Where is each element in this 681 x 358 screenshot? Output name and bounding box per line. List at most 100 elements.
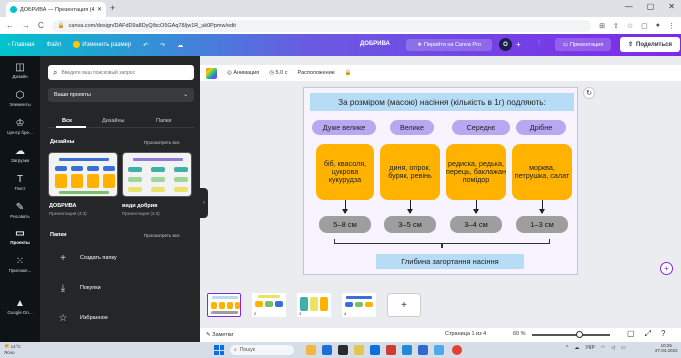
depth-pill[interactable]: 3–5 см: [384, 216, 436, 233]
maximize-icon[interactable]: ▢: [647, 2, 655, 11]
page-thumbnail-3[interactable]: 3: [297, 293, 331, 317]
document-title[interactable]: ДОБРИВА: [360, 41, 390, 47]
rail-item-text[interactable]: T Текст: [0, 174, 40, 191]
word-app-icon[interactable]: [370, 345, 380, 355]
clock[interactable]: 10:25 27.04.2023: [655, 343, 678, 353]
refresh-icon[interactable]: ↻: [583, 87, 595, 99]
forward-icon[interactable]: →: [22, 21, 30, 30]
search-input[interactable]: ⌕ Введите ваш поисковый запрос: [48, 65, 194, 80]
category-pill[interactable]: Велике: [390, 120, 434, 135]
crop-box[interactable]: морква, петрушка, салат: [512, 144, 572, 200]
rail-item-draw[interactable]: ✎ Рисовать: [0, 202, 40, 219]
file-menu[interactable]: Файл: [47, 42, 62, 48]
rail-item-drive[interactable]: ▲ Google Dri...: [0, 298, 40, 315]
magic-assistant-icon[interactable]: +: [660, 262, 673, 275]
folder-purchases[interactable]: ⤓ Покупки: [56, 278, 101, 298]
zoom-slider-handle[interactable]: [576, 331, 583, 338]
cloud-icon[interactable]: ☁: [574, 345, 579, 351]
color-swatch-icon[interactable]: [206, 67, 217, 79]
translate-icon[interactable]: ⊞: [599, 22, 605, 30]
category-pill[interactable]: Дуже велике: [312, 120, 376, 135]
design-thumbnail-vydy-dobryv[interactable]: [122, 152, 192, 197]
design-name[interactable]: види добрив: [122, 203, 158, 209]
category-pill[interactable]: Середнє: [452, 120, 510, 135]
page-thumbnail-2[interactable]: 2: [252, 293, 286, 317]
folder-favorites[interactable]: ☆ Избранное: [56, 308, 108, 328]
avatar[interactable]: O: [499, 38, 512, 51]
timing-button[interactable]: ◷ 5.0 с: [269, 70, 287, 76]
close-tab-icon[interactable]: ✕: [97, 6, 102, 13]
add-page-button[interactable]: +: [387, 293, 421, 317]
design-name[interactable]: ДОБРИВА: [49, 203, 76, 209]
position-button[interactable]: Расположение: [297, 70, 334, 76]
reload-icon[interactable]: C: [38, 21, 44, 30]
present-button[interactable]: ▭ Презентация: [555, 38, 611, 51]
profile-icon[interactable]: ●: [656, 22, 660, 30]
notes-button[interactable]: ✎ Заметки: [206, 332, 233, 338]
close-window-icon[interactable]: ✕: [668, 2, 675, 11]
taskbar-search-input[interactable]: ⌕ Пошук: [230, 345, 294, 355]
menu-dots-icon[interactable]: ⋮: [668, 22, 675, 30]
depth-pill[interactable]: 1–3 см: [516, 216, 568, 233]
rail-item-uploads[interactable]: ☁ Загрузки: [0, 146, 40, 163]
rail-item-projects[interactable]: ▭ Проекты: [0, 228, 40, 245]
depth-label[interactable]: Глибина загортання насіння: [376, 254, 524, 269]
wifi-icon[interactable]: ◠: [601, 345, 605, 351]
minimize-icon[interactable]: —: [625, 2, 633, 11]
go-pro-button[interactable]: ★ Перейти на Canva Pro: [406, 39, 492, 51]
rail-item-apps[interactable]: ⁙ Приложе...: [0, 256, 40, 273]
fullscreen-icon[interactable]: ⤢: [645, 329, 651, 339]
add-collaborator-button[interactable]: +: [516, 40, 521, 49]
crop-box[interactable]: редиска, редька, перець, баклажан помідо…: [446, 144, 506, 200]
home-link[interactable]: ‹ Главная: [8, 42, 35, 48]
redo-icon[interactable]: ↷: [160, 42, 165, 49]
crop-box[interactable]: диня, огірок, буряк, ревінь: [380, 144, 440, 200]
lock-icon[interactable]: 🔒: [345, 70, 352, 76]
collapse-panel-handle[interactable]: ‹: [200, 188, 208, 218]
cloud-save-icon[interactable]: ☁: [177, 42, 183, 49]
resize-button[interactable]: Изменить размер: [73, 41, 131, 49]
chrome-app-icon[interactable]: [452, 345, 462, 355]
design-thumbnail-dobryva[interactable]: [48, 152, 118, 197]
back-icon[interactable]: ←: [6, 21, 14, 30]
weather-widget[interactable]: ☀ 14°C Ясно: [4, 344, 21, 355]
explorer-app-icon[interactable]: [306, 345, 316, 355]
share-page-icon[interactable]: ⇪: [613, 22, 619, 30]
category-pill[interactable]: Дрібне: [516, 120, 566, 135]
crop-box[interactable]: біб, квасоля, цукрова кукурудза: [316, 144, 374, 200]
browser-tab[interactable]: ДОБРИВА — Презентация (4:3) ✕: [6, 2, 106, 17]
rail-item-design[interactable]: ◫ Дизайн: [0, 62, 40, 79]
language-indicator[interactable]: УКР: [585, 345, 594, 351]
share-button[interactable]: ⇧ Поделиться: [620, 37, 680, 52]
url-field[interactable]: 🔒 canva.com/design/DAFdD9a8DyQ/bcO5GAq78…: [51, 19, 592, 32]
volume-icon[interactable]: ◁: [611, 345, 615, 351]
docs-app-icon[interactable]: [434, 345, 444, 355]
folders-see-all-link[interactable]: Просмотреть все: [144, 233, 180, 238]
depth-pill[interactable]: 5–8 см: [319, 216, 371, 233]
designs-see-all-link[interactable]: Просмотреть все: [144, 140, 180, 145]
mail-app-icon[interactable]: [402, 345, 412, 355]
edge-app-icon[interactable]: [322, 345, 332, 355]
stats-icon[interactable]: ⫶: [538, 40, 540, 48]
bookmark-star-icon[interactable]: ☆: [627, 22, 633, 30]
slide[interactable]: За розміром (масою) насіння (кількість в…: [303, 87, 578, 275]
files-app-icon[interactable]: [354, 345, 364, 355]
undo-icon[interactable]: ↶: [143, 42, 148, 49]
chevron-up-icon[interactable]: ^: [566, 345, 568, 351]
page-count-icon[interactable]: ▢: [627, 329, 635, 339]
project-selector[interactable]: Ваши проекты ⌄: [48, 88, 194, 102]
create-folder-button[interactable]: + Создать папку: [56, 248, 117, 268]
powerpoint-app-icon[interactable]: [386, 345, 396, 355]
help-icon[interactable]: ?: [661, 329, 665, 339]
slide-title[interactable]: За розміром (масою) насіння (кількість в…: [310, 93, 574, 111]
animation-button[interactable]: ◎ Анимация: [227, 70, 259, 76]
rail-item-brand[interactable]: ♔ Центр бре...: [0, 118, 40, 135]
new-tab-button[interactable]: +: [110, 3, 115, 13]
sidepanel-icon[interactable]: ▢: [641, 22, 648, 30]
windows-start-icon[interactable]: [214, 345, 224, 355]
rail-item-elements[interactable]: ⬡ Элементы: [0, 90, 40, 107]
depth-pill[interactable]: 3–4 см: [450, 216, 502, 233]
tab-folders[interactable]: Папки: [156, 118, 171, 124]
tab-all[interactable]: Все: [62, 118, 72, 124]
page-thumbnail-1[interactable]: 1: [207, 293, 241, 317]
